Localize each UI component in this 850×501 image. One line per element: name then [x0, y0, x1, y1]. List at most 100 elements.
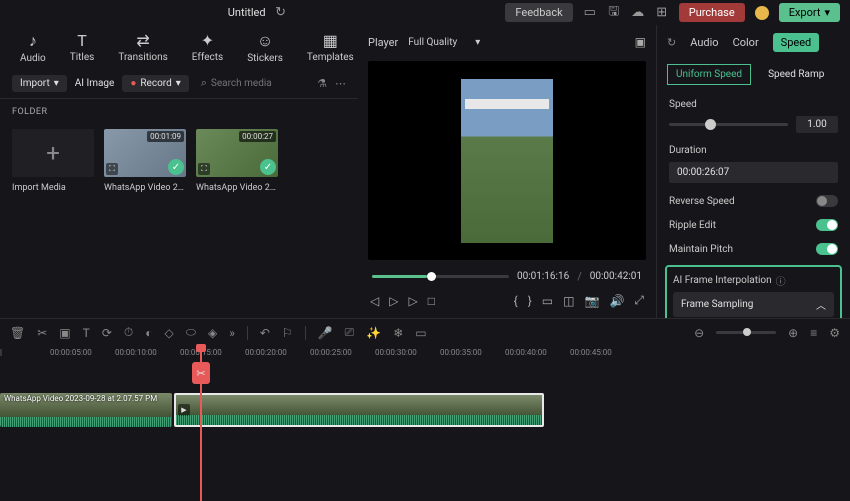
fullscreen-icon[interactable]: ⤢	[634, 293, 644, 308]
export-button[interactable]: Export▾	[779, 3, 840, 22]
chevron-down-icon: ▾	[475, 37, 480, 48]
ratio-icon[interactable]: ▭	[542, 294, 553, 308]
cut-icon[interactable]: ✂	[37, 326, 47, 340]
keyframe-icon[interactable]: ◇	[165, 326, 174, 340]
speed-icon[interactable]: ⏱	[124, 325, 133, 340]
scrubber[interactable]	[372, 275, 509, 278]
snapshot-icon[interactable]: ▣	[635, 35, 646, 49]
media-item[interactable]: 00:00:27 ⛶ ✓ WhatsApp Video 202...	[196, 129, 278, 193]
play-icon[interactable]: ▷	[389, 294, 398, 308]
interp-dropdown[interactable]: Frame Sampling ︿	[673, 292, 834, 317]
properties-panel: ↻ Audio Color Speed Uniform Speed Speed …	[656, 25, 850, 318]
mixer-icon[interactable]: ⎚	[345, 325, 355, 340]
uniform-speed-mode[interactable]: Uniform Speed	[667, 64, 751, 85]
frame-icon[interactable]: ▭	[415, 326, 426, 340]
folder-label: FOLDER	[0, 99, 358, 121]
marker-icon[interactable]: ⚐	[282, 326, 293, 340]
crop-icon[interactable]: ▣	[59, 326, 70, 340]
settings-icon[interactable]: ⚙	[829, 326, 840, 340]
mark-in-icon[interactable]: {	[514, 294, 518, 308]
timeline-ruler[interactable]: | 00:00:05:00 00:00:10:00 00:00:15:00 00…	[0, 346, 850, 362]
snowflake-icon[interactable]: ❄	[393, 326, 403, 340]
check-icon: ✓	[260, 159, 276, 175]
import-dropdown[interactable]: Import▾	[12, 75, 67, 92]
chevron-down-icon: ▾	[176, 78, 181, 89]
expand-icon[interactable]: ⛶	[106, 163, 118, 175]
mic-icon[interactable]: 🎤	[318, 326, 333, 340]
mark-out-icon[interactable]: }	[528, 294, 532, 308]
scissors-cursor[interactable]: ✂	[192, 362, 210, 384]
feedback-button[interactable]: Feedback	[505, 3, 572, 22]
tab-templates[interactable]: ▦Templates	[307, 31, 354, 64]
expand-icon[interactable]: ⛶	[198, 163, 210, 175]
speed-slider[interactable]	[669, 123, 788, 126]
record-dropdown[interactable]: ●Record▾	[122, 75, 188, 92]
ai-image-button[interactable]: AI Image	[75, 78, 115, 89]
total-time: 00:00:42:01	[590, 271, 642, 282]
timeline-clip-selected[interactable]: ▶	[174, 393, 544, 427]
video-preview[interactable]	[368, 61, 646, 260]
tab-stickers[interactable]: ☺Stickers	[247, 31, 283, 64]
import-media-tile[interactable]: + Import Media	[12, 129, 94, 193]
quality-dropdown[interactable]: Full Quality▾	[408, 37, 480, 48]
tab-speed-props[interactable]: Speed	[773, 33, 820, 52]
speed-ramp-mode[interactable]: Speed Ramp	[759, 64, 831, 85]
stop-icon[interactable]: □	[428, 294, 435, 308]
mask-icon[interactable]: ⬭	[186, 325, 196, 340]
tab-color-props[interactable]: Color	[733, 36, 759, 49]
more-tools-icon[interactable]: »	[229, 326, 235, 340]
reverse-speed-toggle[interactable]	[816, 195, 838, 207]
tab-audio-props[interactable]: Audio	[690, 36, 718, 49]
timeline-clip[interactable]: WhatsApp Video 2023-09-28 at 2.07.57 PM	[0, 393, 172, 427]
tab-titles[interactable]: TTitles	[70, 31, 95, 64]
list-icon[interactable]: ≡	[810, 326, 817, 340]
prev-frame-icon[interactable]: ◁	[370, 294, 379, 308]
purchase-button[interactable]: Purchase	[679, 3, 745, 22]
delete-icon[interactable]: 🗑	[10, 326, 25, 340]
tab-transitions[interactable]: ⇄Transitions	[118, 31, 167, 64]
media-panel: ♪Audio TTitles ⇄Transitions ✦Effects ☺St…	[0, 25, 358, 318]
ai-icon[interactable]: ✨	[366, 326, 381, 340]
grid-icon[interactable]: ⊞	[655, 6, 669, 20]
ripple-edit-toggle[interactable]	[816, 219, 838, 231]
compare-icon[interactable]: ◫	[563, 294, 574, 308]
color-icon[interactable]: ◐	[145, 326, 152, 340]
account-avatar[interactable]	[755, 6, 769, 20]
tab-audio[interactable]: ♪Audio	[20, 31, 46, 64]
history-icon[interactable]: ↻	[274, 6, 288, 20]
tab-effects[interactable]: ✦Effects	[192, 31, 223, 64]
video-track[interactable]: WhatsApp Video 2023-09-28 at 2.07.57 PM …	[0, 392, 850, 428]
text-icon[interactable]: T	[83, 326, 90, 340]
rotate-icon[interactable]: ⟳	[102, 326, 112, 340]
media-item[interactable]: 00:01:09 ⛶ ✓ WhatsApp Video 202...	[104, 129, 186, 193]
plus-icon: +	[46, 139, 60, 167]
search-input[interactable]	[211, 78, 305, 89]
cloud-icon[interactable]: ☁	[631, 6, 645, 20]
speed-value[interactable]: 1.00	[796, 116, 838, 133]
volume-icon[interactable]: 🔊	[609, 294, 624, 308]
undo-icon[interactable]: ↶	[260, 326, 270, 340]
zoom-in-icon[interactable]: ⊕	[788, 326, 798, 340]
monitor-icon[interactable]: ▭	[583, 6, 597, 20]
timeline-panel: 🗑 ✂ ▣ T ⟳ ⏱ ◐ ◇ ⬭ ◈ » ↶ ⚐ 🎤 ⎚ ✨ ❄ ▭ ⊖ ⊕ …	[0, 318, 850, 501]
chevron-down-icon: ▾	[54, 78, 59, 89]
zoom-slider[interactable]	[716, 331, 776, 334]
maintain-pitch-label: Maintain Pitch	[669, 244, 733, 255]
chevron-up-icon: ︿	[816, 297, 826, 312]
next-frame-icon[interactable]: ▷	[408, 294, 417, 308]
record-dot-icon: ●	[130, 78, 136, 89]
info-icon[interactable]: ⓘ	[776, 273, 786, 288]
chevron-down-icon: ▾	[824, 6, 830, 19]
camera-icon[interactable]: 📷	[584, 294, 599, 308]
save-icon[interactable]: 🖫	[607, 6, 621, 20]
more-icon[interactable]: ⋯	[335, 77, 346, 90]
timeline-tracks[interactable]: | 00:00:05:00 00:00:10:00 00:00:15:00 00…	[0, 346, 850, 501]
duration-value[interactable]: 00:00:26:07	[669, 162, 838, 183]
duration-label: Duration	[669, 145, 838, 156]
zoom-out-icon[interactable]: ⊖	[694, 326, 704, 340]
tag-icon[interactable]: ◈	[208, 326, 217, 340]
check-icon: ✓	[168, 159, 184, 175]
refresh-icon[interactable]: ↻	[667, 36, 676, 49]
maintain-pitch-toggle[interactable]	[816, 243, 838, 255]
filter-icon[interactable]: ⚗	[317, 77, 327, 90]
